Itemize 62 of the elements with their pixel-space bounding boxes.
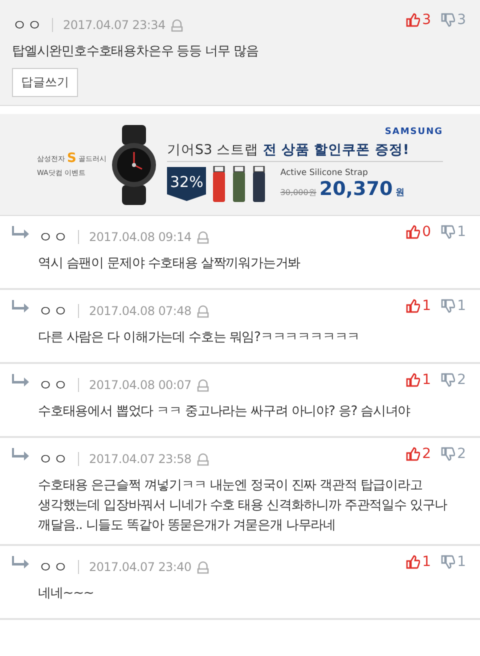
comment-text: 수호태용 은근슬쩍 껴넣기ㅋㅋ 내눈엔 정국이 진짜 객관적 탑급이라고 생각했는데 입장바꿔서 니네가 수호 태용 신격화하니까 주관적일수 있구나 깨달음.. 니들도 똑같아 똥묻은개가 겨묻은개 나무라네 (38, 477, 448, 535)
author-name: ㅇㅇ (38, 450, 68, 468)
comment-text: 수호태용에서 뽑었다 ㅋㅋ 중고나라는 싸구려 아니야? 응? 슴시녀야 (38, 403, 412, 421)
reply-arrow-icon (12, 448, 30, 462)
thumbs-up-icon[interactable] (406, 225, 420, 239)
thumbs-down-icon[interactable] (441, 373, 456, 387)
comment-date: 2017.04.07 23:40 (89, 560, 192, 574)
dislike-count: 3 (457, 12, 466, 28)
thumbs-down-icon[interactable] (441, 299, 456, 313)
lock-icon (197, 378, 210, 392)
thumbs-up-icon[interactable] (406, 373, 420, 387)
comment-text: 탑엘시완민호수호태용차은우 등등 너무 많음 (12, 43, 260, 61)
reply-arrow-icon (12, 374, 30, 388)
thumbs-up-icon[interactable] (406, 299, 420, 313)
like-count: 2 (422, 446, 432, 462)
dislike-count: 2 (457, 372, 466, 388)
thumbs-up-icon[interactable] (406, 555, 420, 569)
comment-text: 역시 슴팬이 문제야 수호태용 살짝끼워가는거봐 (38, 255, 302, 273)
comment-text: 다른 사람은 다 이해가는데 수호는 뭐임?ㅋㅋㅋㅋㅋㅋㅋㅋ (38, 329, 361, 347)
maker-logo: SAMSUNG (384, 127, 443, 137)
comment-date: 2017.04.08 09:14 (89, 230, 192, 244)
dislike-count: 1 (457, 298, 466, 314)
like-count: 0 (422, 224, 432, 240)
reply-arrow-icon (12, 556, 30, 570)
sale-price: 20,370 (319, 178, 393, 200)
comment-date: 2017.04.07 23:34 (63, 18, 166, 32)
thumbs-down-icon[interactable] (441, 13, 456, 27)
author-name: ㅇㅇ (38, 376, 68, 394)
product-name: Active Silicone Strap (280, 168, 369, 178)
thumbs-down-icon[interactable] (441, 555, 456, 569)
lock-icon (171, 18, 184, 32)
like-count: 3 (422, 12, 432, 28)
author-name: ㅇㅇ (38, 558, 68, 576)
dislike-count: 2 (457, 446, 466, 462)
lock-icon (197, 230, 210, 244)
dislike-count: 1 (457, 224, 466, 240)
discount-badge: 32% (167, 167, 206, 201)
comment-date: 2017.04.07 23:58 (89, 452, 192, 466)
lock-icon (197, 452, 210, 466)
dislike-count: 1 (457, 554, 466, 570)
thumbs-up-icon[interactable] (406, 13, 420, 27)
ad-headline: 기어S3 스트랩 전 상품 할인쿠폰 증정! (167, 141, 443, 162)
reply-button[interactable]: 답글쓰기 (12, 68, 78, 97)
reply-arrow-icon (12, 300, 30, 314)
comment-text: 네네~~~ (38, 585, 95, 603)
reply-arrow-icon (12, 226, 30, 240)
comment-date: 2017.04.08 07:48 (89, 304, 192, 318)
currency-text: 원 (396, 187, 405, 199)
lock-icon (197, 560, 210, 574)
brand-logo: S (67, 151, 76, 166)
like-count: 1 (422, 298, 432, 314)
old-price: 30,000원 (280, 187, 316, 198)
lock-icon (197, 304, 210, 318)
thumbs-up-icon[interactable] (406, 447, 420, 461)
author-name: ㅇㅇ (12, 16, 42, 34)
thumbs-down-icon[interactable] (441, 225, 456, 239)
like-count: 1 (422, 372, 432, 388)
comment-date: 2017.04.08 00:07 (89, 378, 192, 392)
author-name: ㅇㅇ (38, 302, 68, 320)
like-count: 1 (422, 554, 432, 570)
author-name: ㅇㅇ (38, 228, 68, 246)
thumbs-down-icon[interactable] (441, 447, 456, 461)
